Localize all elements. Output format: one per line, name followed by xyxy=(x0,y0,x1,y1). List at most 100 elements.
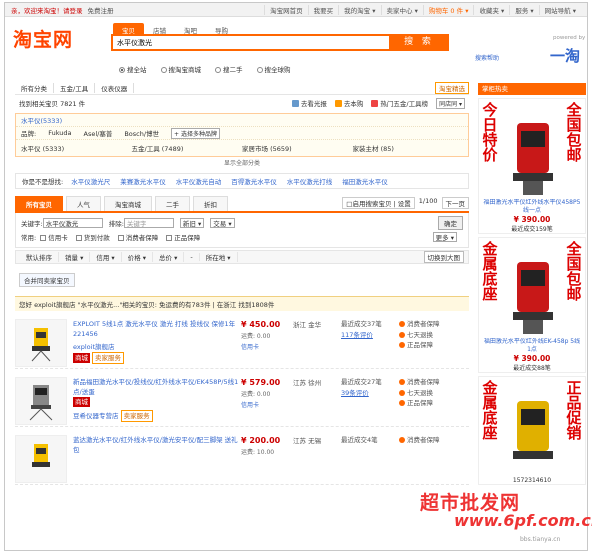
ad-title[interactable]: 福田激光水平仪红外线EK-458p 5线1点 xyxy=(479,338,585,354)
brand-fukuda[interactable]: Fukuda xyxy=(48,129,71,137)
sort-credit[interactable]: 信用 ▾ xyxy=(90,252,122,262)
filter-ok-button[interactable]: 确定 xyxy=(438,216,463,230)
check-credit[interactable]: 信用卡 xyxy=(40,232,68,242)
trade-select[interactable]: 交易 ▾ xyxy=(210,218,235,228)
sort-total[interactable]: 总价 ▾ xyxy=(153,252,185,262)
bulk-button[interactable]: 淘宝精选 xyxy=(435,81,469,94)
sort-price[interactable]: 价格 ▾ xyxy=(122,252,154,262)
checkbox-icon xyxy=(75,235,82,241)
sort-sales[interactable]: 销量 ▾ xyxy=(59,252,91,262)
item-reviews-link[interactable]: 117条评价 xyxy=(341,330,399,341)
condition-select[interactable]: 新旧 ▾ xyxy=(179,218,205,228)
tab-secondhand[interactable]: 二手 xyxy=(155,196,190,211)
show-all-categories[interactable]: 显示全部分类 xyxy=(15,158,469,167)
radio-all[interactable]: 搜全站 xyxy=(119,64,147,74)
etao-logo[interactable]: 一淘 xyxy=(550,45,580,66)
subcat-level[interactable]: 水平仪 (5333) xyxy=(21,143,132,153)
genuine-icon xyxy=(399,400,405,406)
suggest-item[interactable]: 福田激光水平仪 xyxy=(342,176,388,186)
laser-level-image xyxy=(513,262,553,334)
keyword-input[interactable]: 水平仪激光 xyxy=(42,218,103,228)
enable-search-toggle[interactable]: □启用搜索宝贝 | 设置 xyxy=(342,197,415,209)
nav-sitemap[interactable]: 网站导航 ▾ xyxy=(538,4,581,15)
item-title[interactable]: 蓝达激光水平仪/红外线水平仪/激光安平仪/配三脚架 送礼包 xyxy=(73,435,241,455)
list-item[interactable]: 新品福田激光水平仪/投线仪/红外线水平仪/EK458P/5线1点/送蛋 商城 豆… xyxy=(15,369,469,427)
suggest-item[interactable]: 水平仪激光自动 xyxy=(176,176,222,186)
nav-mytaobao[interactable]: 我的淘宝 ▾ xyxy=(338,4,380,15)
nav-home[interactable]: 淘宝网首页 xyxy=(264,4,308,15)
ad-title[interactable]: 福田激光水平仪红外线水平仪458P5线一点 xyxy=(479,199,585,215)
filter-panel: 关键字: 水平仪激光 排除: 关键字 新旧 ▾ 交易 ▾ 确定 常用: 信用卡 … xyxy=(15,213,469,248)
ad-card[interactable]: 今日特价 全国包邮 福田激光水平仪红外线水平仪458P5线一点 ¥ 390.00… xyxy=(478,98,586,234)
crumb-hardware[interactable]: 五金/工具 xyxy=(54,82,96,93)
register-link[interactable]: 免费注册 xyxy=(88,5,114,15)
radio-mall[interactable]: 搜淘宝商城 xyxy=(160,64,201,74)
ad-card[interactable]: 金属底座 全国包邮 福田激光水平仪红外线EK-458p 5线1点 ¥ 390.0… xyxy=(478,237,586,373)
tab-all-items[interactable]: 所有宝贝 xyxy=(15,196,63,211)
nav-service[interactable]: 服务 ▾ xyxy=(509,4,538,15)
merge-seller-button[interactable]: 合并同卖家宝贝 xyxy=(19,273,75,287)
switch-view-button[interactable]: 切换到大图 xyxy=(423,251,464,263)
tab-mall[interactable]: 淘宝商城 xyxy=(104,196,152,211)
item-title[interactable]: EXPLOIT 5线1点 激光水平仪 激光 打线 投线仪 保修1年 221456 xyxy=(73,319,241,339)
product-thumb[interactable] xyxy=(15,319,67,367)
check-genuine[interactable]: 正品保障 xyxy=(166,232,200,242)
suggest-item[interactable]: 水平仪激光尺 xyxy=(71,176,110,186)
nav-seller[interactable]: 卖家中心 ▾ xyxy=(380,4,423,15)
category-root-row: 水平仪(5333) xyxy=(16,114,468,127)
item-reviews-link[interactable]: 39条评价 xyxy=(341,388,399,399)
item-services: 消费者保障 七天退换 正品保障 xyxy=(399,377,459,426)
welcome-text[interactable]: 亲，欢迎来淘宝！请登录 xyxy=(11,5,83,15)
crumb-all[interactable]: 所有分类 xyxy=(15,82,54,93)
nav-favorites[interactable]: 收藏夹 ▾ xyxy=(473,4,509,15)
multi-brand-button[interactable]: + 选择多种品牌 xyxy=(171,127,220,139)
category-root[interactable]: 水平仪(5333) xyxy=(21,115,62,125)
nav-cart[interactable]: 购物车 0 件 ▾ xyxy=(422,4,474,15)
radio-secondhand[interactable]: 搜二手 xyxy=(215,64,243,74)
crumb-instruments[interactable]: 仪表仪器 xyxy=(95,82,135,93)
taobao-logo[interactable]: 淘宝网 xyxy=(13,25,73,52)
item-shop[interactable]: 豆希仪器专营店 卖家服务 xyxy=(73,410,241,422)
tab-popular[interactable]: 人气 xyxy=(66,196,101,211)
product-thumb[interactable] xyxy=(15,435,67,483)
tab-discount[interactable]: 折扣 xyxy=(193,196,228,211)
exclude-input[interactable]: 关键字 xyxy=(123,218,174,228)
search-help-link[interactable]: 搜索帮助 xyxy=(475,53,499,62)
sort-bar: 默认排序 销量 ▾ 信用 ▾ 价格 ▾ 总价 ▾ - 所在地 ▾ 切换到大图 xyxy=(15,250,469,264)
subcat-hardware[interactable]: 五金/工具 (7489) xyxy=(132,143,243,153)
item-title[interactable]: 新品福田激光水平仪/投线仪/红外线水平仪/EK458P/5线1点/送蛋 xyxy=(73,377,241,397)
search-input[interactable]: 水平仪激光 xyxy=(111,34,391,51)
suggest-item[interactable]: 水平仪激光打线 xyxy=(287,176,333,186)
item-shop[interactable]: exploit旗舰店 xyxy=(73,342,241,352)
list-item[interactable]: 蓝达激光水平仪/红外线水平仪/激光安平仪/配三脚架 送礼包 ¥ 200.00 运… xyxy=(15,427,469,485)
sort-default[interactable]: 默认排序 xyxy=(20,252,59,262)
check-cod[interactable]: 货到付款 xyxy=(75,232,110,242)
brand-bosch[interactable]: Bosch/博世 xyxy=(124,128,159,138)
search-button[interactable]: 搜 索 xyxy=(389,34,449,51)
subcat-home[interactable]: 家居市场 (5659) xyxy=(242,143,353,153)
action-buy[interactable]: 去本购 xyxy=(334,98,363,109)
cart-icon xyxy=(334,99,342,107)
list-item[interactable]: EXPLOIT 5线1点 激光水平仪 激光 打线 投线仪 保修1年 221456… xyxy=(15,311,469,369)
subcategory-row: 水平仪 (5333) 五金/工具 (7489) 家居市场 (5659) 家装主材… xyxy=(16,140,468,156)
ad-sold: 最近成交88笔 xyxy=(513,365,551,372)
brand-asel[interactable]: Asel/塞普 xyxy=(84,128,113,138)
radio-global[interactable]: 搜全球购 xyxy=(256,64,291,74)
subcat-material[interactable]: 家装主材 (85) xyxy=(353,143,464,153)
same-shop-select[interactable]: 同店同 ▾ xyxy=(436,97,465,109)
next-page-button[interactable]: 下一页 xyxy=(441,197,469,209)
suggest-item[interactable]: 莱赛激光水平仪 xyxy=(120,176,166,186)
price-range[interactable]: - xyxy=(184,253,200,261)
action-hot[interactable]: 热门五金/工具榜 xyxy=(371,98,428,109)
check-guarantee[interactable]: 消费者保障 xyxy=(117,232,158,242)
suggest-item[interactable]: 百得激光水平仪 xyxy=(231,176,277,186)
ad-card[interactable]: 金属底座 正品促销 1572314610 xyxy=(478,376,586,485)
more-filters[interactable]: 更多 ▾ xyxy=(432,232,457,242)
action-laser[interactable]: 去看光报 xyxy=(291,98,327,109)
sort-location[interactable]: 所在地 ▾ xyxy=(200,252,238,262)
nav-buy[interactable]: 我要买 xyxy=(307,4,339,15)
result-count-bar: 找到相关宝贝 7821 件 去看光报 去本购 热门五金/工具榜 同店同 ▾ xyxy=(15,95,469,111)
laser-level-image xyxy=(31,328,51,362)
product-thumb[interactable] xyxy=(15,377,67,425)
item-shipping: 运费: 10.00 xyxy=(241,449,275,456)
